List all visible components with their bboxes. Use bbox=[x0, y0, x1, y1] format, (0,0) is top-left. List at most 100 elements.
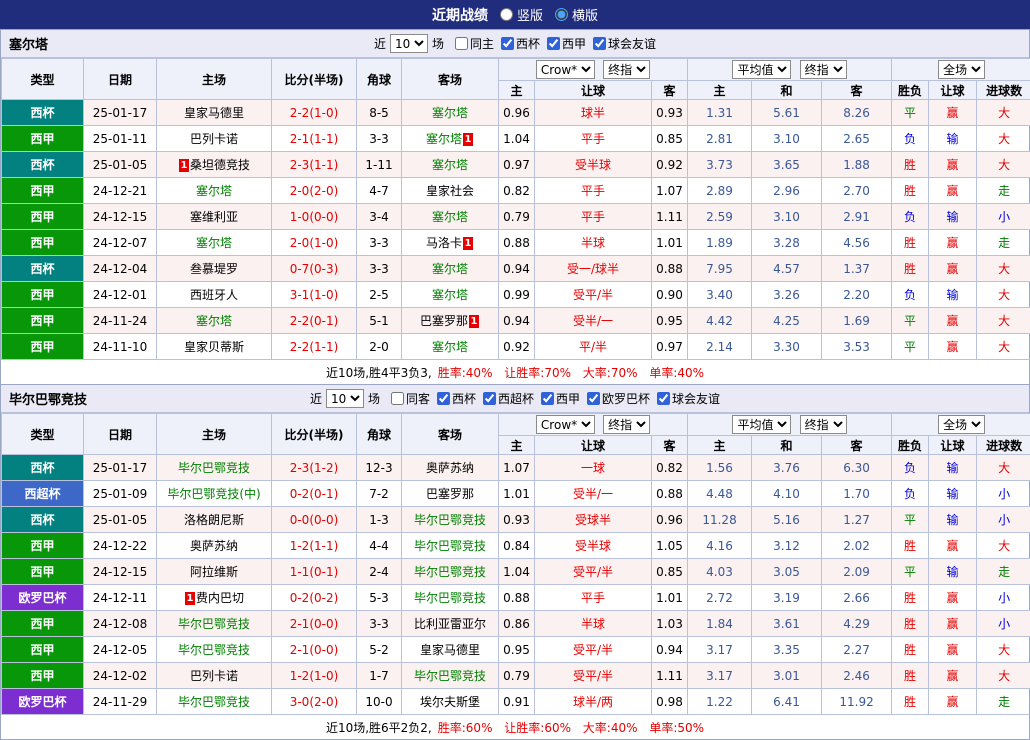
subcol-avg-home: 主 bbox=[688, 436, 752, 455]
team-name[interactable]: 费内巴切 bbox=[196, 591, 244, 605]
avg-away-odds: 1.37 bbox=[822, 256, 892, 282]
result-goals: 大 bbox=[977, 126, 1030, 152]
filter-checkbox[interactable] bbox=[587, 392, 600, 405]
filter-checkbox[interactable] bbox=[541, 392, 554, 405]
match-date: 24-12-08 bbox=[84, 611, 157, 637]
scope-select[interactable]: 全场 bbox=[938, 60, 985, 79]
avg-kind-select[interactable]: 终指 bbox=[800, 415, 847, 434]
filter-option-欧罗巴杯[interactable]: 欧罗巴杯 bbox=[587, 390, 650, 407]
vertical-layout-radio[interactable] bbox=[500, 8, 513, 21]
team-name[interactable]: 毕尔巴鄂竞技 bbox=[414, 591, 486, 605]
team-name[interactable]: 毕尔巴鄂竞技 bbox=[414, 539, 486, 553]
team-name[interactable]: 塞尔塔 bbox=[196, 184, 232, 198]
filter-option-西甲[interactable]: 西甲 bbox=[541, 390, 580, 407]
home-odds: 1.04 bbox=[499, 126, 535, 152]
col-score: 比分(半场) bbox=[272, 414, 357, 455]
filter-option-同主[interactable]: 同主 bbox=[455, 35, 494, 52]
team-name[interactable]: 巴塞罗那 bbox=[420, 314, 468, 328]
match-type-badge: 西甲 bbox=[2, 204, 84, 230]
team-name[interactable]: 毕尔巴鄂竞技 bbox=[414, 565, 486, 579]
summary-text: 近10场,胜4平3负3, bbox=[326, 364, 432, 381]
avg-home-odds: 11.28 bbox=[688, 507, 752, 533]
team-name[interactable]: 洛格朗尼斯 bbox=[184, 513, 244, 527]
match-score: 0-2(0-2) bbox=[272, 585, 357, 611]
filter-option-西杯[interactable]: 西杯 bbox=[501, 35, 540, 52]
avg-source-select[interactable]: 平均值 bbox=[732, 415, 791, 434]
layout-option-vertical[interactable]: 竖版 bbox=[500, 5, 543, 24]
avg-draw-odds: 3.01 bbox=[752, 663, 822, 689]
layout-option-horizontal[interactable]: 横版 bbox=[555, 5, 598, 24]
team-name[interactable]: 埃尔夫斯堡 bbox=[420, 695, 480, 709]
team-name[interactable]: 塞维利亚 bbox=[190, 210, 238, 224]
home-odds: 0.95 bbox=[499, 637, 535, 663]
match-type-badge: 西甲 bbox=[2, 533, 84, 559]
filter-option-球会友谊[interactable]: 球会友谊 bbox=[657, 390, 720, 407]
away-odds: 1.07 bbox=[652, 178, 688, 204]
away-team-cell: 塞尔塔 bbox=[402, 256, 499, 282]
team-name[interactable]: 塞尔塔 bbox=[432, 210, 468, 224]
team-name[interactable]: 巴列卡诺 bbox=[190, 669, 238, 683]
filter-checkbox[interactable] bbox=[391, 392, 404, 405]
result-handicap: 赢 bbox=[929, 637, 977, 663]
team-name[interactable]: 叁慕堤罗 bbox=[190, 262, 238, 276]
team-name[interactable]: 塞尔塔 bbox=[432, 340, 468, 354]
team-name[interactable]: 塞尔塔 bbox=[426, 132, 462, 146]
team-name[interactable]: 毕尔巴鄂竞技 bbox=[178, 643, 250, 657]
team-name[interactable]: 皇家马德里 bbox=[420, 643, 480, 657]
avg-kind-select[interactable]: 终指 bbox=[800, 60, 847, 79]
team-name[interactable]: 奥萨苏纳 bbox=[426, 461, 474, 475]
filter-checkbox[interactable] bbox=[547, 37, 560, 50]
team-name[interactable]: 毕尔巴鄂竞技 bbox=[414, 513, 486, 527]
team-name[interactable]: 塞尔塔 bbox=[432, 106, 468, 120]
team-name[interactable]: 皇家社会 bbox=[426, 184, 474, 198]
team-name[interactable]: 桑坦德竞技 bbox=[190, 158, 250, 172]
match-row: 西甲24-12-15塞维利亚1-0(0-0)3-4塞尔塔0.79平手1.112.… bbox=[2, 204, 1030, 230]
team-name[interactable]: 巴塞罗那 bbox=[426, 487, 474, 501]
filter-checkbox[interactable] bbox=[483, 392, 496, 405]
team-name[interactable]: 毕尔巴鄂竞技(中) bbox=[167, 487, 260, 501]
filter-checkbox[interactable] bbox=[455, 37, 468, 50]
filter-checkbox[interactable] bbox=[501, 37, 514, 50]
filter-option-球会友谊[interactable]: 球会友谊 bbox=[593, 35, 656, 52]
odds-kind-select[interactable]: 终指 bbox=[603, 60, 650, 79]
avg-home-odds: 1.89 bbox=[688, 230, 752, 256]
match-score: 2-3(1-1) bbox=[272, 152, 357, 178]
team-name[interactable]: 马洛卡 bbox=[426, 236, 462, 250]
avg-source-select[interactable]: 平均值 bbox=[732, 60, 791, 79]
team-name[interactable]: 塞尔塔 bbox=[432, 158, 468, 172]
team-name[interactable]: 奥萨苏纳 bbox=[190, 539, 238, 553]
team-name[interactable]: 毕尔巴鄂竞技 bbox=[178, 695, 250, 709]
team-name[interactable]: 毕尔巴鄂竞技 bbox=[178, 617, 250, 631]
filter-option-西杯[interactable]: 西杯 bbox=[437, 390, 476, 407]
filter-checkbox[interactable] bbox=[593, 37, 606, 50]
team-name[interactable]: 塞尔塔 bbox=[432, 288, 468, 302]
handicap-line: 平/半 bbox=[535, 334, 652, 360]
near-label: 近 bbox=[374, 35, 386, 52]
team-name[interactable]: 塞尔塔 bbox=[196, 314, 232, 328]
team-name[interactable]: 阿拉维斯 bbox=[190, 565, 238, 579]
odds-source-select[interactable]: Crow* bbox=[536, 415, 595, 434]
team-name[interactable]: 毕尔巴鄂竞技 bbox=[178, 461, 250, 475]
team-name[interactable]: 皇家马德里 bbox=[184, 106, 244, 120]
team-name[interactable]: 塞尔塔 bbox=[432, 262, 468, 276]
team-name[interactable]: 西班牙人 bbox=[190, 288, 238, 302]
scope-select[interactable]: 全场 bbox=[938, 415, 985, 434]
team-name[interactable]: 毕尔巴鄂竞技 bbox=[414, 669, 486, 683]
filter-option-西超杯[interactable]: 西超杯 bbox=[483, 390, 534, 407]
match-count-select[interactable]: 10 bbox=[326, 389, 364, 408]
odds-source-select[interactable]: Crow* bbox=[536, 60, 595, 79]
team-name[interactable]: 塞尔塔 bbox=[196, 236, 232, 250]
matches-table: 类型 日期 主场 比分(半场) 角球 客场 Crow* 终指 平均值 终指 bbox=[1, 413, 1030, 715]
team-name[interactable]: 巴列卡诺 bbox=[190, 132, 238, 146]
horizontal-layout-radio[interactable] bbox=[555, 8, 568, 21]
team-name[interactable]: 比利亚雷亚尔 bbox=[414, 617, 486, 631]
odds-kind-select[interactable]: 终指 bbox=[603, 415, 650, 434]
filter-checkbox[interactable] bbox=[657, 392, 670, 405]
team-name[interactable]: 皇家贝蒂斯 bbox=[184, 340, 244, 354]
match-count-select[interactable]: 10 bbox=[390, 34, 428, 53]
filter-option-同客[interactable]: 同客 bbox=[391, 390, 430, 407]
match-row: 西甲24-12-22奥萨苏纳1-2(1-1)4-4毕尔巴鄂竞技0.84受半球1.… bbox=[2, 533, 1030, 559]
filter-option-西甲[interactable]: 西甲 bbox=[547, 35, 586, 52]
subcol-handicap: 让球 bbox=[535, 436, 652, 455]
filter-checkbox[interactable] bbox=[437, 392, 450, 405]
